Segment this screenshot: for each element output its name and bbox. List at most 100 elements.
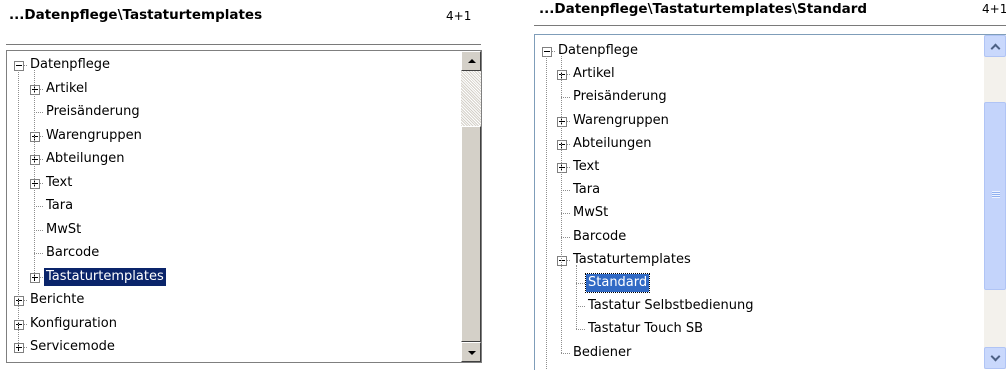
tree-node[interactable]: Tastatur Selbstbedienung — [535, 294, 987, 314]
arrow-down-icon — [468, 351, 476, 355]
plus-box-icon[interactable] — [14, 319, 24, 330]
plus-box-icon[interactable] — [30, 131, 40, 142]
grip-icon — [992, 191, 1000, 198]
left-counter: 4+1 — [446, 9, 472, 23]
plus-box-icon[interactable] — [557, 70, 567, 81]
tree-node-label[interactable]: Datenpflege — [556, 42, 640, 60]
tree-node[interactable]: Servicemode — [7, 335, 461, 355]
minus-box-icon[interactable] — [557, 255, 567, 266]
tree-node-label[interactable]: Tastatur Touch SB — [586, 320, 705, 338]
tree-node-label[interactable]: Tastatur Selbstbedienung — [586, 297, 755, 315]
tree-node[interactable]: Warengruppen — [7, 124, 461, 144]
tree-node-label[interactable]: Abteilungen — [571, 135, 653, 153]
tree-connector — [561, 190, 570, 192]
tree-connector — [34, 229, 43, 231]
tree-node-label[interactable]: Datenpflege — [28, 56, 112, 74]
tree-node-label[interactable]: Artikel — [44, 80, 90, 98]
plus-box-icon[interactable] — [14, 296, 24, 306]
plus-box-icon[interactable] — [30, 84, 40, 95]
left-scroll-down-button[interactable] — [461, 342, 481, 362]
tree-node-label[interactable]: Bediener — [571, 344, 633, 362]
tree-node[interactable]: Standard — [535, 271, 987, 293]
left-panel: ...Datenpflege\Tastaturtemplates 4+1 Dat… — [0, 0, 490, 369]
tree-node-label[interactable]: Barcode — [44, 244, 101, 262]
tree-node[interactable]: Tastaturtemplates — [7, 265, 461, 287]
tree-node[interactable]: Barcode — [535, 225, 987, 245]
tree-node-label[interactable]: Tastaturtemplates — [571, 251, 693, 269]
left-header: ...Datenpflege\Tastaturtemplates 4+1 — [0, 0, 490, 45]
left-scroll-thumb[interactable] — [461, 126, 481, 342]
tree-node[interactable]: Tara — [7, 194, 461, 214]
right-scroll-up-button[interactable] — [984, 35, 1006, 57]
minus-box-icon[interactable] — [14, 61, 24, 71]
plus-box-icon[interactable] — [557, 139, 567, 150]
tree-node[interactable]: Warengruppen — [535, 109, 987, 129]
tree-node-label[interactable]: MwSt — [571, 204, 610, 222]
tree-node-label[interactable]: Text — [571, 158, 601, 176]
left-scrollbar[interactable] — [461, 51, 481, 362]
tree-node-label[interactable]: Tara — [44, 197, 75, 215]
tree-connector — [576, 283, 585, 284]
tree-node[interactable]: Tara — [535, 178, 987, 198]
tree-connector — [34, 206, 43, 207]
right-counter: 4+1 — [982, 2, 1006, 16]
right-scrollbar[interactable] — [984, 35, 1006, 369]
tree-node-label[interactable]: Konfiguration — [28, 315, 119, 333]
tree-node[interactable]: Preisänderung — [7, 100, 461, 120]
plus-box-icon[interactable] — [557, 163, 567, 173]
tree-node[interactable]: MwSt — [7, 218, 461, 238]
plus-box-icon[interactable] — [30, 155, 40, 165]
tree-node-label[interactable]: Preisänderung — [44, 103, 142, 121]
right-tree[interactable]: Datenpflege Artikel Preisänderung Warengrup… — [535, 35, 987, 369]
left-scroll-up-button[interactable] — [461, 51, 481, 71]
plus-box-icon[interactable] — [557, 116, 567, 127]
tree-node[interactable]: Konfiguration — [7, 312, 461, 332]
tree-node-label[interactable]: Preisänderung — [571, 88, 669, 106]
tree-connector — [561, 97, 570, 99]
tree-node[interactable]: Datenpflege — [535, 39, 987, 59]
tree-node-label[interactable]: Servicemode — [28, 338, 117, 356]
tree-node-label[interactable]: Standard — [584, 273, 651, 293]
minus-box-icon[interactable] — [542, 47, 552, 57]
tree-connector — [576, 306, 585, 308]
tree-node[interactable]: Preisänderung — [535, 85, 987, 105]
tree-node[interactable]: Barcode — [7, 241, 461, 261]
tree-node-label[interactable]: Berichte — [28, 291, 86, 309]
tree-node-label[interactable]: Abteilungen — [44, 150, 126, 168]
right-scroll-down-button[interactable] — [984, 347, 1006, 369]
tree-node[interactable]: Datenpflege — [7, 53, 461, 73]
tree-connector — [561, 352, 570, 354]
right-divider — [534, 25, 1006, 26]
tree-node[interactable]: Text — [7, 171, 461, 191]
tree-node[interactable]: Tastaturtemplates — [535, 248, 987, 268]
plus-box-icon[interactable] — [30, 272, 40, 283]
tree-node[interactable]: Berichte — [7, 288, 461, 308]
left-scroll-track[interactable] — [461, 71, 481, 126]
tree-node[interactable]: Text — [535, 155, 987, 175]
tree-node-label[interactable]: Text — [44, 174, 74, 192]
plus-box-icon[interactable] — [30, 178, 40, 189]
left-tree[interactable]: Datenpflege Artikel Preisänderung Warengrup… — [7, 51, 461, 362]
tree-node[interactable]: Bediener — [535, 341, 987, 361]
tree-node[interactable]: Abteilungen — [7, 147, 461, 167]
tree-node-label[interactable]: Tastaturtemplates — [43, 266, 167, 287]
tree-node-label[interactable]: MwSt — [44, 221, 83, 239]
tree-node[interactable]: Abteilungen — [535, 132, 987, 152]
tree-node-label[interactable]: Barcode — [571, 228, 628, 246]
plus-box-icon[interactable] — [14, 343, 24, 353]
right-scroll-thumb[interactable] — [984, 102, 1006, 290]
tree-node[interactable]: Artikel — [7, 77, 461, 97]
tree-node-label[interactable]: Tara — [571, 181, 602, 199]
tree-node[interactable]: Tastatur Touch SB — [535, 317, 987, 337]
tree-node-label[interactable]: Warengruppen — [571, 112, 671, 130]
tree-node-label[interactable]: Artikel — [571, 65, 617, 83]
tree-connector — [34, 253, 43, 254]
tree-guide-line — [18, 70, 19, 347]
tree-guide-line — [546, 56, 547, 369]
tree-node[interactable]: Artikel — [535, 62, 987, 82]
tree-node[interactable]: MwSt — [535, 201, 987, 221]
tree-connector — [34, 112, 43, 113]
tree-node-label[interactable]: Warengruppen — [44, 127, 144, 145]
tree-guide-line — [561, 56, 562, 353]
chevron-down-icon — [990, 351, 1001, 362]
